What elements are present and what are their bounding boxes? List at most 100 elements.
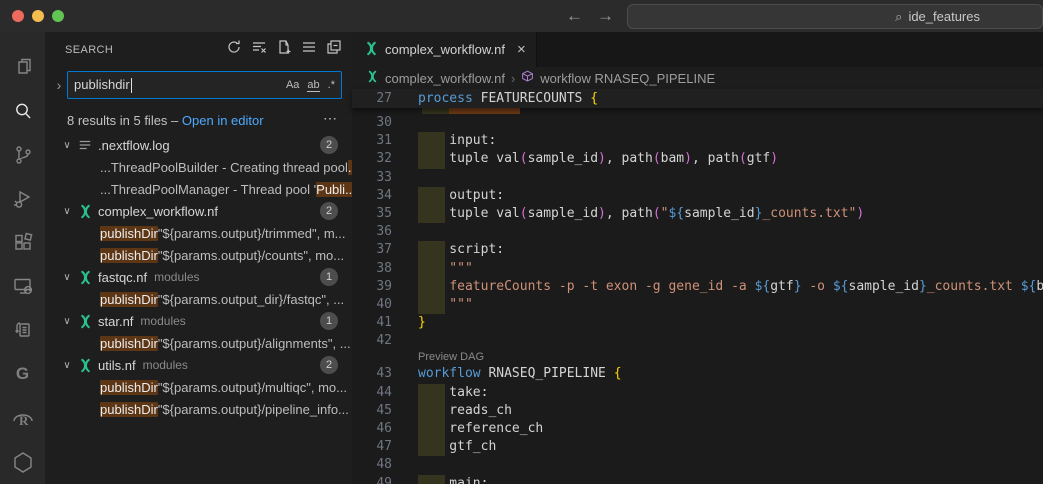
code-line[interactable]: 38 """	[352, 260, 1043, 278]
code-line[interactable]: 31 input:	[352, 132, 1043, 150]
search-input[interactable]: publishdir Aa ab .*	[67, 71, 342, 99]
code-token: (	[653, 151, 661, 166]
code-line[interactable]: 40 """	[352, 296, 1043, 314]
line-number: 34	[352, 187, 392, 205]
match-result-row[interactable]: ...ThreadPoolManager - Thread pool 'Publ…	[45, 178, 352, 200]
code-line[interactable]: 46 reference_ch	[352, 420, 1043, 438]
view-as-tree-icon[interactable]	[301, 39, 317, 60]
chevron-down-icon[interactable]: ∨	[59, 140, 75, 151]
nextflow-file-icon	[77, 269, 93, 285]
match-highlight: publishDir	[100, 402, 158, 417]
collapse-all-icon[interactable]	[326, 39, 342, 60]
indent-guide-highlight	[418, 241, 445, 259]
file-result-row[interactable]: ∨star.nfmodules1	[45, 310, 352, 332]
run-debug-icon[interactable]	[0, 177, 45, 221]
code-line[interactable]: 48	[352, 456, 1043, 474]
source-control-icon[interactable]	[0, 133, 45, 177]
code-line[interactable]: 30	[352, 114, 1043, 132]
breadcrumb-file[interactable]: complex_workflow.nf	[385, 71, 505, 86]
match-suffix: "${params.output}/pipeline_info...	[158, 402, 349, 417]
r-language-icon[interactable]: R	[0, 396, 45, 440]
code-token: (	[520, 206, 528, 221]
minimize-window-button[interactable]	[32, 10, 44, 22]
text-caret	[131, 78, 132, 93]
code-line[interactable]: 34 output:	[352, 187, 1043, 205]
code-line[interactable]: 44 take:	[352, 384, 1043, 402]
code-line[interactable]: 37 script:	[352, 241, 1043, 259]
back-icon[interactable]: ←	[566, 6, 583, 26]
regex-toggle[interactable]: .*	[328, 79, 335, 91]
match-result-row[interactable]: publishDir "${params.output_dir}/fastqc"…	[45, 288, 352, 310]
match-result-row[interactable]: publishDir "${params.output}/pipeline_in…	[45, 398, 352, 420]
code-line[interactable]: 49 main:	[352, 475, 1043, 484]
match-suffix: "${params.output}/trimmed", m...	[158, 226, 346, 241]
match-case-toggle[interactable]: Aa	[286, 79, 299, 91]
open-in-editor-link[interactable]: Open in editor	[182, 113, 264, 128]
command-center[interactable]: ⌕ ide_features	[627, 4, 1043, 29]
chevron-down-icon[interactable]: ∨	[59, 206, 75, 217]
breadcrumb-symbol[interactable]: workflow RNASEQ_PIPELINE	[540, 71, 715, 86]
nextflow-file-icon	[77, 313, 93, 329]
whole-word-toggle[interactable]: ab	[307, 79, 319, 92]
code-line[interactable]: 41}	[352, 314, 1043, 332]
toggle-replace-icon[interactable]: ›	[51, 77, 67, 93]
extensions-icon[interactable]	[0, 221, 45, 265]
chevron-down-icon[interactable]: ∨	[59, 272, 75, 283]
file-result-row[interactable]: ∨fastqc.nfmodules1	[45, 266, 352, 288]
tab-complex-workflow[interactable]: complex_workflow.nf ×	[352, 32, 537, 67]
line-number: 41	[352, 314, 392, 332]
file-name: star.nf	[98, 314, 133, 329]
code-editor[interactable]: 27process FEATURECOUNTS { 3031 input:32 …	[352, 89, 1043, 484]
file-name: .nextflow.log	[98, 138, 170, 153]
close-window-button[interactable]	[12, 10, 24, 22]
code-line[interactable]: 45 reads_ch	[352, 402, 1043, 420]
line-number: 33	[352, 169, 392, 187]
code-line[interactable]: 47 gtf_ch	[352, 438, 1043, 456]
gitlens-icon[interactable]: G	[0, 352, 45, 396]
code-line[interactable]: 43workflow RNASEQ_PIPELINE {	[352, 365, 1043, 383]
forward-icon[interactable]: →	[597, 6, 614, 26]
editor-group: complex_workflow.nf × complex_workflow.n…	[352, 32, 1043, 484]
search-view-icon[interactable]	[0, 89, 45, 133]
line-content: input:	[418, 132, 1043, 150]
file-result-row[interactable]: ∨utils.nfmodules2	[45, 354, 352, 376]
clear-results-icon[interactable]	[251, 39, 267, 60]
close-icon[interactable]: ×	[517, 41, 526, 58]
codelens-preview-dag[interactable]: Preview DAG	[352, 350, 1043, 365]
nextflow-file-icon	[77, 357, 93, 373]
file-result-row[interactable]: ∨.nextflow.log2	[45, 134, 352, 156]
code-token: (	[653, 206, 661, 221]
maximize-window-button[interactable]	[52, 10, 64, 22]
match-result-row[interactable]: publishDir "${params.output}/alignments"…	[45, 332, 352, 354]
match-result-row[interactable]: publishDir "${params.output}/counts", mo…	[45, 244, 352, 266]
line-content: workflow RNASEQ_PIPELINE {	[418, 365, 1043, 383]
line-number: 37	[352, 241, 392, 259]
match-result-row[interactable]: ...ThreadPoolBuilder - Creating thread p…	[45, 156, 352, 178]
toggle-search-details-icon[interactable]: ⋯	[323, 110, 338, 127]
code-token: (	[520, 151, 528, 166]
code-token: workflow	[418, 366, 488, 381]
refresh-icon[interactable]	[226, 39, 242, 60]
code-line[interactable]: 32 tuple val(sample_id), path(bam), path…	[352, 150, 1043, 168]
partial-bottom-icon[interactable]	[0, 440, 45, 484]
indent-guide-highlight	[418, 278, 445, 296]
remote-explorer-icon[interactable]	[0, 265, 45, 309]
code-line[interactable]: 36	[352, 223, 1043, 241]
sticky-scroll-line[interactable]: 27process FEATURECOUNTS {	[352, 89, 1043, 108]
line-content: output:	[418, 187, 1043, 205]
chevron-down-icon[interactable]: ∨	[59, 316, 75, 327]
match-result-row[interactable]: publishDir "${params.output}/multiqc", m…	[45, 376, 352, 398]
task-runner-icon[interactable]	[0, 308, 45, 352]
code-line[interactable]: 42	[352, 332, 1043, 350]
indent-guide-highlight	[418, 384, 445, 402]
file-result-row[interactable]: ∨complex_workflow.nf2	[45, 200, 352, 222]
code-token: )	[770, 151, 778, 166]
code-line[interactable]: 35 tuple val(sample_id), path("${sample_…	[352, 205, 1043, 223]
line-content	[418, 332, 1043, 350]
new-search-editor-icon[interactable]	[276, 39, 292, 60]
code-line[interactable]: 33	[352, 169, 1043, 187]
match-result-row[interactable]: publishDir "${params.output}/trimmed", m…	[45, 222, 352, 244]
chevron-down-icon[interactable]: ∨	[59, 360, 75, 371]
code-line[interactable]: 39 featureCounts -p -t exon -g gene_id -…	[352, 278, 1043, 296]
explorer-icon[interactable]	[0, 45, 45, 89]
